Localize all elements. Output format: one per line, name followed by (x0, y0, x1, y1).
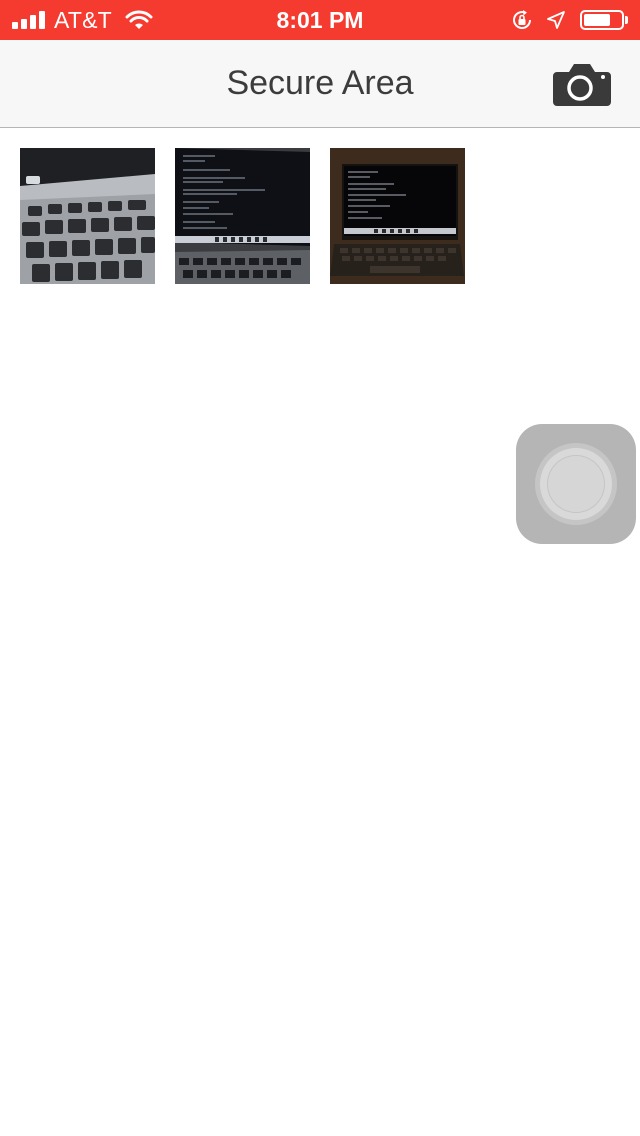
photo-thumbnail-2[interactable] (175, 148, 310, 284)
nav-bar: Secure Area (0, 40, 640, 128)
photo-thumbnail-1[interactable] (20, 148, 155, 284)
status-right (510, 0, 628, 40)
status-bar: AT&T 8:01 PM (0, 0, 640, 40)
assistive-touch-core (547, 455, 605, 513)
camera-button[interactable] (553, 62, 611, 106)
photo-image (20, 148, 155, 284)
location-icon (547, 11, 565, 29)
photo-thumbnail-3[interactable] (330, 148, 465, 284)
battery-tip (625, 16, 628, 24)
page-title: Secure Area (226, 64, 414, 102)
assistive-touch-button[interactable] (516, 424, 636, 544)
rotation-lock-icon (513, 10, 531, 29)
camera-icon (553, 64, 611, 106)
battery-icon (580, 10, 624, 30)
photo-image (175, 148, 310, 284)
photo-image (330, 148, 465, 284)
